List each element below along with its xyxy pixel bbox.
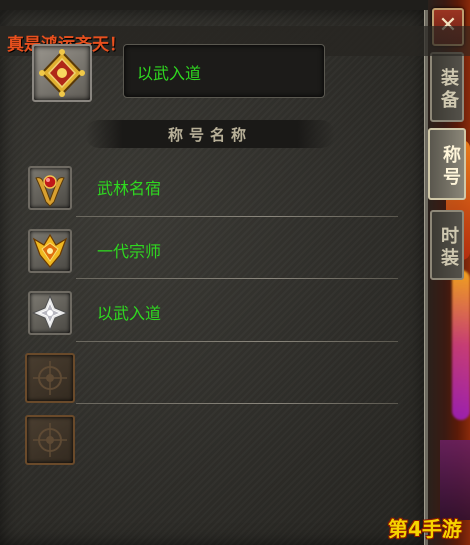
tab-equipment[interactable]: 装备: [430, 52, 464, 122]
title-icon-slot: [25, 415, 75, 465]
title-icon-slot: [28, 166, 72, 210]
section-header-title: 称号名称: [167, 126, 252, 144]
character-robe: [440, 440, 470, 520]
silver-star-emblem-icon: [31, 294, 69, 332]
title-label: 以武入道: [97, 304, 162, 323]
equipped-title-label: 以武入道: [137, 64, 202, 83]
red-gem-crest-icon: [35, 175, 65, 207]
equipped-title-slot[interactable]: [32, 44, 92, 102]
title-row[interactable]: [24, 406, 414, 468]
tab-titles[interactable]: 称号: [428, 128, 466, 200]
title-row[interactable]: 以武入道: [24, 283, 414, 345]
title-row[interactable]: 武林名宿: [24, 158, 414, 220]
row-divider: [76, 278, 398, 279]
row-divider: [76, 216, 398, 217]
character-weapon-glow: [452, 270, 470, 420]
locked-slot-icon: [33, 423, 67, 457]
tab-fashion[interactable]: 时装: [430, 210, 464, 280]
title-label: 一代宗师: [97, 242, 162, 261]
diamond-emblem-icon: [39, 49, 85, 97]
title-row[interactable]: 一代宗师: [24, 221, 414, 283]
title-icon-slot: [28, 291, 72, 335]
site-watermark: 第4手游: [388, 517, 462, 541]
title-label: 武林名宿: [97, 179, 162, 198]
title-icon-slot: [25, 353, 75, 403]
row-divider: [76, 341, 398, 342]
golden-wing-crest-icon: [32, 233, 68, 268]
title-row[interactable]: [24, 344, 414, 406]
row-divider: [76, 403, 398, 404]
title-icon-slot: [28, 229, 72, 273]
locked-slot-icon: [33, 361, 67, 395]
